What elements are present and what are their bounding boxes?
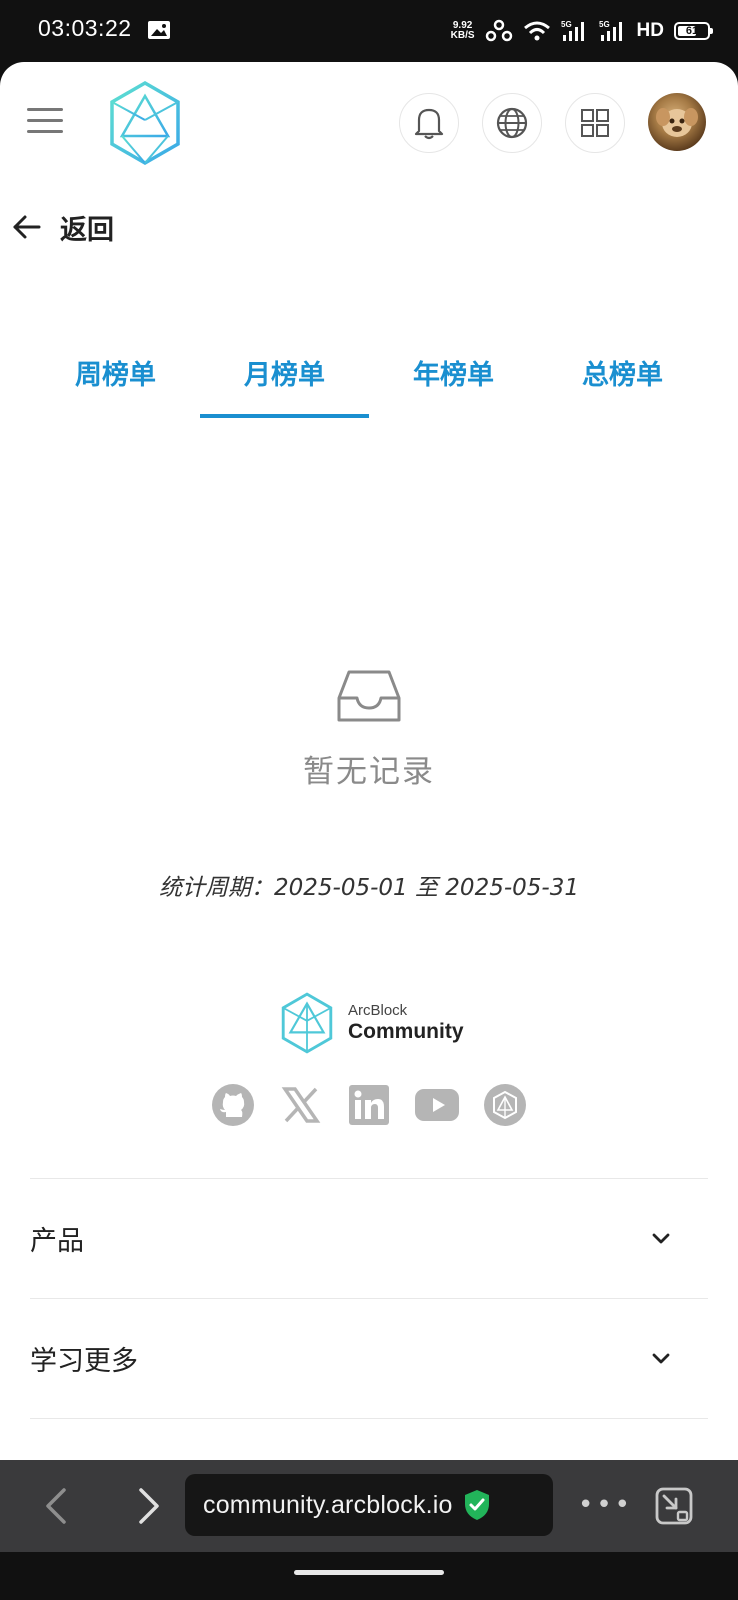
brand-line1: ArcBlock [348, 1002, 408, 1019]
svg-text:5G: 5G [561, 20, 572, 29]
arrow-left-icon [13, 215, 41, 239]
arcblock-icon[interactable] [482, 1082, 527, 1127]
footer-item-learn-more[interactable]: 学习更多 [30, 1298, 708, 1418]
back-button[interactable]: 返回 [12, 202, 114, 252]
minimize-window-icon [655, 1487, 693, 1525]
notification-button[interactable] [399, 93, 459, 153]
back-label: 返回 [60, 214, 114, 246]
home-indicator[interactable] [294, 1570, 444, 1575]
network-speed: 9.92 KB/S [450, 20, 475, 41]
url-text: community.arcblock.io [203, 1490, 453, 1519]
web-page: 返回 周榜单 月榜单 年榜单 总榜单 暂无记录 统计周期：2025-05-01 … [0, 62, 738, 1460]
github-icon[interactable] [210, 1082, 255, 1127]
gallery-notification-icon [148, 21, 170, 39]
signal-5g-icon-2: 5G [599, 20, 622, 41]
inbox-icon [337, 670, 401, 722]
battery-level: 61 [685, 25, 699, 37]
tab-switcher-button[interactable] [650, 1482, 698, 1530]
linkedin-icon[interactable] [346, 1082, 391, 1127]
tab-all-time[interactable]: 总榜单 [538, 324, 707, 420]
hd-indicator: HD [636, 20, 664, 41]
active-tab-indicator [200, 414, 369, 418]
signal-5g-icon-1: 5G [561, 20, 584, 41]
footer-item-label: 学习更多 [30, 1346, 138, 1377]
more-options-icon[interactable]: ••• [578, 1490, 633, 1520]
chevron-left-icon [46, 1488, 66, 1524]
chevron-right-icon [139, 1488, 159, 1524]
chevron-down-icon [652, 1353, 670, 1363]
x-icon[interactable] [278, 1082, 323, 1127]
apps-button[interactable] [565, 93, 625, 153]
footer-menu: 产品 学习更多 公司 [30, 1178, 708, 1460]
wifi-icon [523, 21, 550, 41]
footer-item-label: 产品 [30, 1226, 84, 1257]
clock: 03:03:22 [38, 15, 132, 41]
arcblock-logo-icon [281, 992, 333, 1054]
chevron-down-icon [652, 1233, 670, 1243]
youtube-icon[interactable] [414, 1082, 459, 1127]
leaderboard-tabs: 周榜单 月榜单 年榜单 总榜单 [31, 324, 707, 420]
site-header [0, 62, 738, 182]
statistics-period: 统计周期：2025-05-01 至 2025-05-31 [159, 875, 579, 901]
tab-weekly[interactable]: 周榜单 [31, 324, 200, 420]
footer-item-company[interactable]: 公司 [30, 1418, 708, 1460]
community-brand[interactable]: ArcBlock Community [280, 992, 464, 1054]
hotspot-icon [485, 19, 512, 42]
user-avatar[interactable] [648, 93, 706, 151]
footer-item-products[interactable]: 产品 [30, 1178, 708, 1298]
system-home-bar [0, 1552, 738, 1600]
social-links [210, 1082, 527, 1127]
tab-monthly[interactable]: 月榜单 [200, 324, 369, 420]
empty-message: 暂无记录 [303, 754, 435, 790]
status-bar: 03:03:22 9.92 KB/S 5G 5G HD 61 [0, 0, 738, 62]
hamburger-icon[interactable] [27, 108, 63, 136]
empty-state: 暂无记录 [0, 668, 738, 791]
tab-yearly[interactable]: 年榜单 [369, 324, 538, 420]
grid-icon [581, 109, 609, 137]
address-bar[interactable]: community.arcblock.io [185, 1474, 553, 1536]
brand-line2: Community [348, 1020, 464, 1043]
arcblock-logo-icon[interactable] [108, 80, 182, 166]
svg-text:5G: 5G [599, 20, 610, 29]
browser-back-button[interactable] [32, 1482, 80, 1530]
globe-icon [496, 107, 528, 139]
browser-toolbar: community.arcblock.io ••• [0, 1460, 738, 1552]
browser-forward-button[interactable] [125, 1482, 173, 1530]
language-button[interactable] [482, 93, 542, 153]
bell-icon [414, 108, 444, 140]
battery-icon: 61 [674, 22, 713, 40]
shield-check-icon[interactable] [463, 1489, 491, 1521]
